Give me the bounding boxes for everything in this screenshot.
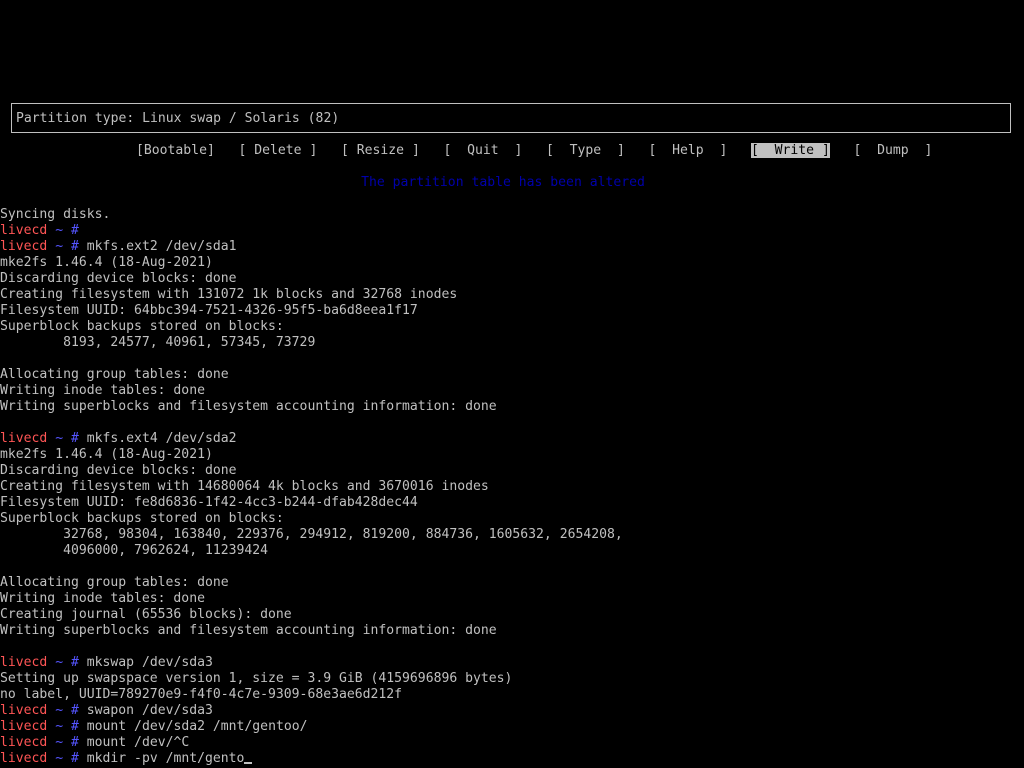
prompt-symbol: # [70, 239, 79, 254]
prompt-line: livecd ~ # mount /dev/sda2 /mnt/gentoo/ [0, 719, 1024, 735]
menu-item-help[interactable]: [ Help ] [649, 143, 728, 158]
menu-spacer [317, 143, 341, 158]
output-line: 32768, 98304, 163840, 229376, 294912, 81… [0, 527, 623, 542]
output-line: Setting up swapspace version 1, size = 3… [0, 671, 513, 686]
prompt-host: livecd [0, 655, 48, 670]
prompt-path: ~ [55, 431, 64, 446]
menu-item-bootable[interactable]: [Bootable] [136, 143, 215, 158]
output-line: Creating filesystem with 14680064 4k blo… [0, 479, 489, 494]
prompt-symbol: # [70, 655, 79, 670]
menu-item-type[interactable]: [ Type ] [546, 143, 625, 158]
text-cursor [244, 762, 253, 764]
output-line: Writing inode tables: done [0, 591, 205, 606]
prompt-symbol: # [70, 431, 79, 446]
command-text: swapon /dev/sda3 [78, 703, 213, 718]
prompt-host: livecd [0, 735, 48, 750]
output-line: Creating journal (65536 blocks): done [0, 607, 292, 622]
output-line: Syncing disks. [0, 207, 111, 222]
partition-type-label: Partition type: Linux swap / Solaris (82… [16, 111, 340, 126]
partition-type-box: Partition type: Linux swap / Solaris (82… [11, 103, 1011, 133]
prompt-symbol: # [70, 719, 79, 734]
prompt-line: livecd ~ # mkswap /dev/sda3 [0, 655, 1024, 671]
menu-spacer [625, 143, 649, 158]
output-line: Superblock backups stored on blocks: [0, 319, 284, 334]
output-line: Discarding device blocks: done [0, 271, 237, 286]
prompt-path: ~ [55, 735, 64, 750]
menu-item-delete[interactable]: [ Delete ] [239, 143, 318, 158]
output-line: 8193, 24577, 40961, 57345, 73729 [0, 335, 316, 350]
prompt-line: livecd ~ # swapon /dev/sda3 [0, 703, 1024, 719]
command-text: mount /dev/^C [78, 735, 190, 750]
prompt-symbol: # [70, 223, 79, 238]
output-line: Filesystem UUID: fe8d6836-1f42-4cc3-b244… [0, 495, 418, 510]
prompt-path: ~ [55, 239, 64, 254]
output-line: Discarding device blocks: done [0, 463, 237, 478]
cfdisk-menu-bar: [Bootable] [ Delete ] [ Resize ] [ Quit … [136, 143, 932, 159]
prompt-line: livecd ~ # mkfs.ext4 /dev/sda2 [0, 431, 1024, 447]
output-line: Writing inode tables: done [0, 383, 205, 398]
prompt-line: livecd ~ # [0, 223, 1024, 239]
prompt-path: ~ [55, 223, 64, 238]
menu-spacer [727, 143, 751, 158]
prompt-host: livecd [0, 431, 48, 446]
prompt-symbol: # [70, 735, 79, 750]
output-line: Superblock backups stored on blocks: [0, 511, 284, 526]
menu-spacer [522, 143, 546, 158]
prompt-host: livecd [0, 751, 48, 766]
prompt-path: ~ [55, 719, 64, 734]
output-line: Writing superblocks and filesystem accou… [0, 623, 497, 638]
output-line: Filesystem UUID: 64bbc394-7521-4326-95f5… [0, 303, 418, 318]
output-line: mke2fs 1.46.4 (18-Aug-2021) [0, 255, 213, 270]
prompt-line: livecd ~ # mkfs.ext2 /dev/sda1 [0, 239, 1024, 255]
menu-item-write[interactable]: [ Write ] [751, 143, 830, 158]
prompt-symbol: # [70, 703, 79, 718]
output-line: 4096000, 7962624, 11239424 [0, 543, 269, 558]
command-text: mkswap /dev/sda3 [78, 655, 213, 670]
terminal-screen[interactable]: Partition type: Linux swap / Solaris (82… [0, 0, 1024, 768]
prompt-host: livecd [0, 719, 48, 734]
output-line: Allocating group tables: done [0, 367, 229, 382]
output-line: Allocating group tables: done [0, 575, 229, 590]
menu-spacer [420, 143, 444, 158]
prompt-path: ~ [55, 751, 64, 766]
output-line: mke2fs 1.46.4 (18-Aug-2021) [0, 447, 213, 462]
menu-spacer [830, 143, 854, 158]
command-text: mount /dev/sda2 /mnt/gentoo/ [78, 719, 308, 734]
menu-item-dump[interactable]: [ Dump ] [854, 143, 933, 158]
command-text: mkfs.ext2 /dev/sda1 [78, 239, 237, 254]
prompt-path: ~ [55, 655, 64, 670]
command-text: mkfs.ext4 /dev/sda2 [78, 431, 237, 446]
prompt-path: ~ [55, 703, 64, 718]
console-output: Syncing disks. livecd ~ # livecd ~ # mkfs… [0, 207, 1024, 767]
menu-item-resize[interactable]: [ Resize ] [341, 143, 420, 158]
menu-item-quit[interactable]: [ Quit ] [444, 143, 523, 158]
output-line: Writing superblocks and filesystem accou… [0, 399, 497, 414]
menu-spacer [215, 143, 239, 158]
prompt-line[interactable]: livecd ~ # mkdir -pv /mnt/gento [0, 751, 1024, 767]
prompt-host: livecd [0, 223, 48, 238]
partition-table-status-message: The partition table has been altered [361, 175, 645, 190]
prompt-host: livecd [0, 703, 48, 718]
command-text [79, 223, 87, 238]
output-line: Creating filesystem with 131072 1k block… [0, 287, 458, 302]
prompt-host: livecd [0, 239, 48, 254]
output-line: no label, UUID=789270e9-f4f0-4c7e-9309-6… [0, 687, 403, 702]
prompt-line: livecd ~ # mount /dev/^C [0, 735, 1024, 751]
prompt-symbol: # [70, 751, 79, 766]
command-text: mkdir -pv /mnt/gento [78, 751, 245, 766]
